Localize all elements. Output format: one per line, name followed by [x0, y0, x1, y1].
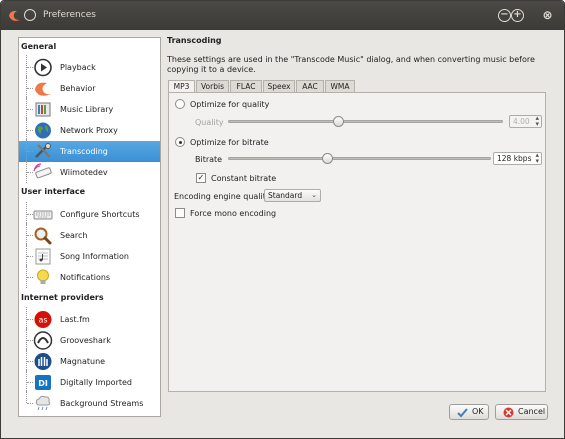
minimize-icon[interactable]: − — [498, 9, 511, 22]
svg-text:DI: DI — [38, 379, 48, 388]
window-menu-icon[interactable] — [24, 9, 36, 21]
constant-bitrate-label: Constant bitrate — [211, 174, 277, 183]
sidebar-item-label: Music Library — [60, 105, 114, 114]
engine-quality-label: Encoding engine quality — [174, 192, 271, 201]
sidebar-item-playback[interactable]: Playback — [19, 55, 160, 78]
keyboard-icon — [33, 210, 53, 220]
sidebar-item-digitally-imported[interactable]: DI Digitally Imported — [19, 370, 160, 393]
sidebar-item-label: Network Proxy — [60, 126, 118, 135]
sidebar-item-music-library[interactable]: Music Library — [19, 97, 160, 120]
sidebar-item-label: Wiimotedev — [60, 168, 108, 177]
globe-icon — [35, 122, 51, 139]
sidebar-item-song-information[interactable]: Song Information — [19, 244, 160, 267]
sidebar-item-transcoding[interactable]: Transcoding — [19, 139, 160, 162]
di-icon: DI — [35, 375, 51, 390]
bitrate-label: Bitrate — [195, 155, 223, 164]
quality-label: Quality — [195, 118, 224, 127]
close-icon[interactable]: ⊗ — [541, 9, 554, 22]
page-title: Transcoding — [167, 36, 222, 45]
spin-arrows-icon[interactable]: ▴ ▾ — [535, 115, 539, 128]
sidebar-item-background-streams[interactable]: Background Streams — [19, 391, 160, 414]
grooveshark-icon — [33, 331, 53, 350]
engine-quality-value: Standard — [268, 191, 303, 200]
cancel-button[interactable]: Cancel — [495, 404, 548, 420]
bitrate-value: 128 kbps — [497, 154, 532, 163]
spin-arrows-icon[interactable]: ▴ ▾ — [535, 152, 539, 165]
clementine-app-icon — [9, 10, 20, 21]
sidebar-item-notifications[interactable]: Notifications — [19, 265, 160, 288]
sidebar-item-lastfm[interactable]: as Last.fm — [19, 307, 160, 330]
sidebar-item-behavior[interactable]: Behavior — [19, 76, 160, 99]
lastfm-icon: as — [34, 311, 52, 328]
category-general: General — [21, 42, 57, 51]
sidebar-item-configure-shortcuts[interactable]: Configure Shortcuts — [19, 202, 160, 225]
engine-quality-select[interactable]: Standard ⌄ — [264, 189, 321, 202]
titlebar[interactable]: Preferences − + ⊗ — [1, 1, 564, 30]
search-icon — [34, 227, 52, 245]
ok-button[interactable]: OK — [449, 404, 489, 420]
checkmark-icon — [457, 408, 468, 418]
optimize-bitrate-label: Optimize for bitrate — [190, 138, 269, 147]
mp3-settings-panel: Optimize for quality Quality 4.00 ▴ ▾ Opt… — [168, 92, 546, 392]
music-sheet-icon — [35, 248, 51, 265]
sidebar-item-label: Playback — [60, 63, 96, 72]
cancel-icon — [503, 407, 514, 418]
sidebar-item-label: Magnatune — [60, 357, 106, 366]
sidebar-item-label: Configure Shortcuts — [60, 210, 140, 219]
sidebar-item-network-proxy[interactable]: Network Proxy — [19, 118, 160, 141]
rain-icon — [35, 395, 51, 411]
optimize-quality-label: Optimize for quality — [190, 100, 270, 109]
force-mono-label: Force mono encoding — [190, 209, 277, 218]
preferences-sidebar: General Playback Behavior Music Library … — [18, 37, 161, 417]
quality-slider-track[interactable] — [228, 120, 503, 123]
clementine-icon — [35, 82, 51, 96]
quality-spinbox[interactable]: 4.00 ▴ ▾ — [509, 115, 542, 128]
ok-label: OK — [472, 407, 484, 416]
sidebar-item-label: Notifications — [60, 273, 111, 282]
sidebar-item-label: Song Information — [60, 252, 129, 261]
bitrate-slider-handle[interactable] — [322, 153, 334, 164]
lightbulb-icon — [37, 269, 49, 284]
svg-text:as: as — [38, 316, 47, 325]
quality-slider-handle[interactable] — [332, 116, 344, 127]
sidebar-item-label: Digitally Imported — [60, 378, 132, 387]
wiimote-icon — [33, 163, 52, 179]
magnatune-icon — [34, 353, 52, 370]
sidebar-item-grooveshark[interactable]: Grooveshark — [19, 328, 160, 351]
sidebar-item-magnatune[interactable]: Magnatune — [19, 349, 160, 372]
maximize-icon[interactable]: + — [511, 9, 524, 22]
sidebar-item-wiimotedev[interactable]: Wiimotedev — [19, 160, 160, 183]
bitrate-spinbox[interactable]: 128 kbps ▴ ▾ — [493, 152, 542, 165]
window-title: Preferences — [43, 10, 96, 20]
category-internet-providers: Internet providers — [21, 293, 104, 302]
sidebar-item-label: Background Streams — [60, 399, 144, 408]
sidebar-item-search[interactable]: Search — [19, 223, 160, 246]
optimize-quality-radio[interactable] — [175, 99, 185, 109]
sidebar-item-label: Behavior — [60, 84, 96, 93]
play-icon — [34, 58, 52, 77]
bitrate-slider-track[interactable] — [228, 157, 491, 160]
force-mono-checkbox[interactable] — [175, 208, 185, 218]
sidebar-item-label: Last.fm — [60, 315, 90, 324]
sidebar-item-label: Transcoding — [60, 147, 108, 156]
sidebar-item-label: Grooveshark — [60, 336, 111, 345]
cancel-label: Cancel — [518, 407, 546, 416]
category-user-interface: User interface — [21, 187, 86, 196]
chevron-down-icon: ⌄ — [311, 191, 317, 199]
optimize-bitrate-radio[interactable] — [175, 137, 185, 147]
page-description: These settings are used in the "Transcod… — [167, 55, 535, 74]
library-icon — [35, 102, 51, 117]
preferences-window: Preferences − + ⊗ General Playback Behav… — [0, 0, 565, 439]
transcode-icon — [35, 143, 51, 158]
quality-value: 4.00 — [513, 117, 530, 126]
sidebar-item-label: Search — [60, 231, 88, 240]
constant-bitrate-checkbox[interactable]: ✓ — [196, 173, 206, 183]
